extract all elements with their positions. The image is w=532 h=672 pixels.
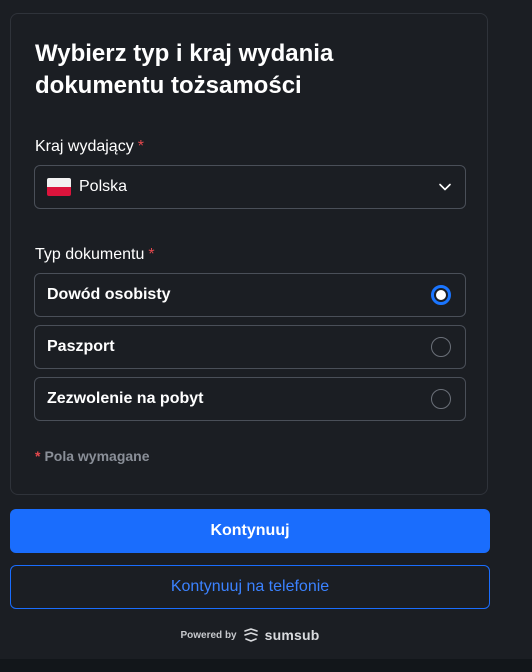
document-type-label-text: Typ dokumentu [35,246,145,263]
required-fields-note: * Pola wymagane [35,448,150,464]
required-mark: * [35,448,41,464]
option-label: Zezwolenie na pobyt [47,390,204,407]
option-passport[interactable]: Paszport [34,325,466,369]
poland-flag-icon [47,178,71,196]
document-type-label: Typ dokumentu * [35,245,155,265]
page-title: Wybierz typ i kraj wydania dokumentu toż… [35,40,334,99]
radio-button-selected[interactable] [431,285,451,305]
option-id-card[interactable]: Dowód osobisty [34,273,466,317]
country-select[interactable]: Polska [34,165,466,209]
option-label: Paszport [47,338,115,355]
sumsub-logo-icon [243,628,258,642]
radio-button[interactable] [431,389,451,409]
brand-name: sumsub [264,627,320,643]
country-label: Kraj wydający * [35,137,144,157]
option-label: Dowód osobisty [47,286,171,303]
powered-by-footer: Powered by sumsub [0,627,500,643]
powered-by-text: Powered by [180,629,237,641]
continue-button[interactable]: Kontynuuj [10,509,490,553]
country-select-value: Polska [79,178,128,195]
radio-button[interactable] [431,337,451,357]
chevron-down-icon [439,183,451,191]
country-label-text: Kraj wydający [35,138,134,155]
document-selection-card: Wybierz typ i kraj wydania dokumentu toż… [10,13,488,495]
required-note-text: Pola wymagane [44,448,150,464]
option-residence-permit[interactable]: Zezwolenie na pobyt [34,377,466,421]
continue-on-phone-button[interactable]: Kontynuuj na telefonie [10,565,490,609]
required-mark: * [137,138,144,155]
bottom-strip [0,659,532,672]
required-mark: * [148,246,155,263]
